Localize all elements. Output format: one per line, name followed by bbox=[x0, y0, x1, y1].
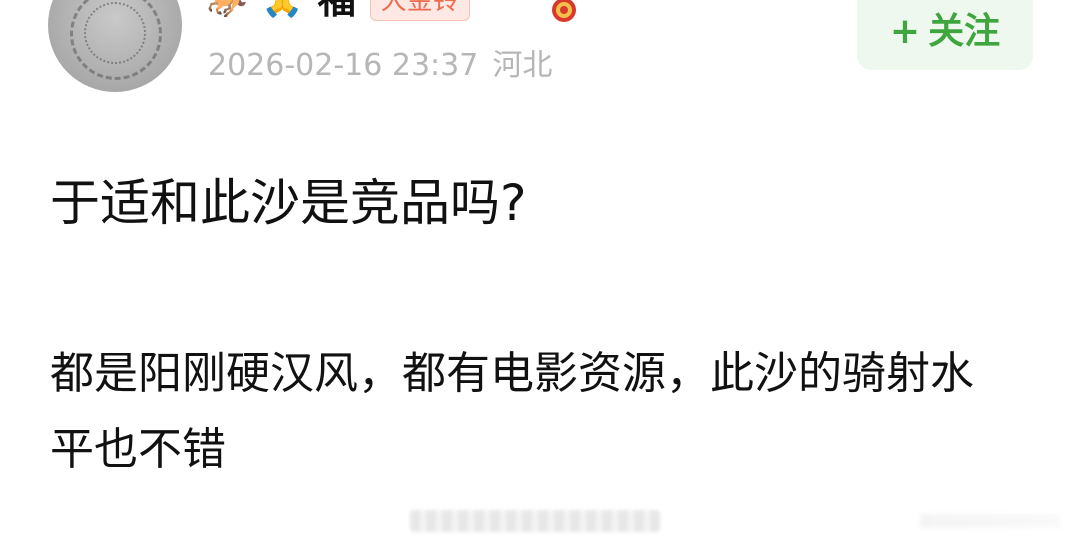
author-name-row: 🐎 🙏 福 大金铃 bbox=[205, 0, 470, 22]
watermark-decoration bbox=[410, 510, 660, 532]
plus-icon: + bbox=[889, 11, 921, 52]
post-timestamp: 2026-02-16 23:37 bbox=[208, 48, 479, 83]
fan-badge[interactable]: 大金铃 bbox=[369, 0, 470, 21]
post-title: 于适和此沙是竞品吗? bbox=[50, 174, 527, 232]
follow-button[interactable]: + 关注 bbox=[857, 0, 1033, 70]
avatar[interactable] bbox=[48, 0, 182, 92]
pray-emoji-icon: 🙏 bbox=[261, 0, 304, 20]
medal-icon[interactable] bbox=[548, 0, 580, 24]
post-location: 河北 bbox=[492, 48, 553, 83]
post-meta: 2026-02-16 23:37 河北 bbox=[208, 46, 552, 86]
horse-emoji-icon: 🐎 bbox=[205, 0, 248, 20]
watermark-decoration-right bbox=[920, 514, 1060, 528]
author-name[interactable]: 福 bbox=[318, 0, 356, 19]
weibo-post: 🐎 🙏 福 大金铃 2026-02-16 23:37 河北 + 关注 于适和此沙是… bbox=[0, 0, 1080, 548]
post-body: 都是阳刚硬汉风，都有电影资源，此沙的骑射水平也不错 bbox=[50, 348, 974, 475]
avatar-inner-ring-decoration bbox=[84, 2, 146, 64]
follow-button-label: 关注 bbox=[928, 11, 1001, 52]
